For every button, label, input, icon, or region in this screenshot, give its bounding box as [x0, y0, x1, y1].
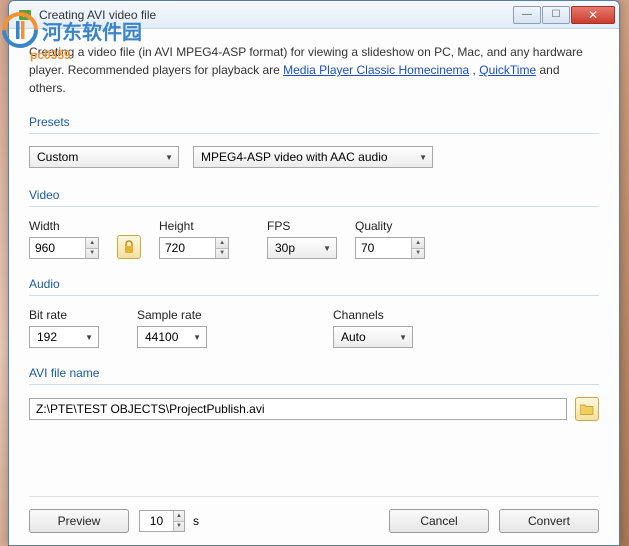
quality-input[interactable] [356, 238, 411, 258]
chevron-down-icon: ▼ [419, 153, 427, 162]
preset-dropdown[interactable]: Custom ▼ [29, 146, 179, 168]
lock-icon [123, 240, 135, 254]
channels-dropdown[interactable]: Auto ▼ [333, 326, 413, 348]
chevron-down-icon: ▼ [399, 333, 407, 342]
samplerate-value: 44100 [145, 330, 178, 344]
fps-dropdown[interactable]: 30p ▼ [267, 237, 337, 259]
convert-label: Convert [528, 514, 570, 528]
spinner-buttons[interactable]: ▲▼ [173, 511, 184, 531]
divider [29, 295, 599, 296]
minimize-button[interactable]: — [513, 6, 541, 24]
width-input[interactable] [30, 238, 85, 258]
channels-label: Channels [333, 308, 413, 322]
codec-value: MPEG4-ASP video with AAC audio [201, 150, 388, 164]
intro-line2a: player. Recommended players for playback… [29, 63, 283, 77]
samplerate-dropdown[interactable]: 44100 ▼ [137, 326, 207, 348]
chevron-down-icon: ▼ [193, 333, 201, 342]
bitrate-value: 192 [37, 330, 57, 344]
divider [29, 206, 599, 207]
folder-icon [580, 403, 594, 415]
fps-value: 30p [275, 241, 295, 255]
channels-value: Auto [341, 330, 366, 344]
width-spinner[interactable]: ▲▼ [29, 237, 99, 259]
height-spinner[interactable]: ▲▼ [159, 237, 229, 259]
lock-aspect-button[interactable] [117, 235, 141, 259]
presets-label: Presets [29, 115, 599, 129]
video-label: Video [29, 188, 599, 202]
intro-text: Creating a video file (in AVI MPEG4-ASP … [29, 43, 599, 97]
intro-line1: Creating a video file (in AVI MPEG4-ASP … [29, 45, 583, 59]
height-label: Height [159, 219, 229, 233]
spinner-buttons[interactable]: ▲▼ [85, 238, 98, 258]
quality-spinner[interactable]: ▲▼ [355, 237, 425, 259]
seconds-spinner[interactable]: ▲▼ [139, 510, 185, 532]
audio-label: Audio [29, 277, 599, 291]
link-quicktime[interactable]: QuickTime [479, 63, 536, 77]
filename-label: AVI file name [29, 366, 599, 380]
link-mpchc[interactable]: Media Player Classic Homecinema [283, 63, 469, 77]
spinner-buttons[interactable]: ▲▼ [411, 238, 424, 258]
width-label: Width [29, 219, 99, 233]
quality-label: Quality [355, 219, 425, 233]
maximize-button[interactable]: ☐ [542, 6, 570, 24]
filename-input[interactable]: Z:\PTE\TEST OBJECTS\ProjectPublish.avi [29, 398, 567, 420]
preview-label: Preview [58, 514, 101, 528]
window-title: Creating AVI video file [39, 8, 513, 22]
spinner-buttons[interactable]: ▲▼ [215, 238, 228, 258]
height-input[interactable] [160, 238, 215, 258]
seconds-input[interactable] [140, 511, 173, 531]
titlebar[interactable]: Creating AVI video file — ☐ ✕ [9, 1, 619, 29]
divider [29, 133, 599, 134]
dialog-window: Creating AVI video file — ☐ ✕ Creating a… [8, 0, 620, 546]
bitrate-dropdown[interactable]: 192 ▼ [29, 326, 99, 348]
bitrate-label: Bit rate [29, 308, 99, 322]
filename-value: Z:\PTE\TEST OBJECTS\ProjectPublish.avi [36, 402, 265, 416]
close-button[interactable]: ✕ [571, 6, 615, 24]
browse-button[interactable] [575, 397, 599, 421]
convert-button[interactable]: Convert [499, 509, 599, 533]
preset-value: Custom [37, 150, 78, 164]
fps-label: FPS [267, 219, 337, 233]
chevron-down-icon: ▼ [85, 333, 93, 342]
codec-dropdown[interactable]: MPEG4-ASP video with AAC audio ▼ [193, 146, 433, 168]
chevron-down-icon: ▼ [323, 244, 331, 253]
chevron-down-icon: ▼ [165, 153, 173, 162]
samplerate-label: Sample rate [137, 308, 207, 322]
divider [29, 384, 599, 385]
preview-button[interactable]: Preview [29, 509, 129, 533]
cancel-label: Cancel [420, 514, 457, 528]
seconds-unit: s [193, 514, 199, 528]
app-icon [17, 7, 33, 23]
cancel-button[interactable]: Cancel [389, 509, 489, 533]
